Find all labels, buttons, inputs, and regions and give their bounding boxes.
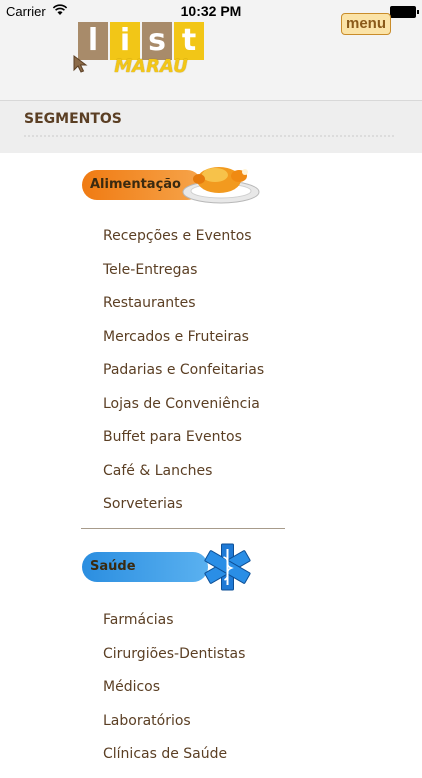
app-logo[interactable]: l i s t a MARAU xyxy=(68,10,218,90)
section-title: SEGMENTOS xyxy=(24,111,122,127)
logo-letter: s xyxy=(142,22,172,60)
list-item[interactable]: Sorveterias xyxy=(103,494,264,528)
list-item[interactable]: Mercados e Fruteiras xyxy=(103,327,264,361)
category-list-saude: Farmácias Cirurgiões-Dentistas Médicos L… xyxy=(103,610,245,778)
dotted-divider xyxy=(24,135,394,137)
list-item[interactable]: Médicos xyxy=(103,677,245,711)
battery-icon xyxy=(390,6,419,18)
list-item[interactable]: Clínicas de Saúde xyxy=(103,744,245,778)
star-of-life-icon xyxy=(204,543,251,591)
list-item[interactable]: Café & Lanches xyxy=(103,461,264,495)
list-item[interactable]: Padarias e Confeitarias xyxy=(103,360,264,394)
logo-letter: i xyxy=(110,22,140,60)
menu-button[interactable]: menu xyxy=(341,13,391,35)
list-item[interactable]: Lojas de Conveniência xyxy=(103,394,264,428)
category-header-saude[interactable]: Saúde xyxy=(82,552,208,582)
cursor-arrow-icon xyxy=(73,55,88,73)
logo-subtitle: MARAU xyxy=(114,56,188,77)
app-header: l i s t a MARAU menu xyxy=(0,13,422,100)
roast-chicken-icon xyxy=(182,167,260,204)
category-list-alimentacao: Recepções e Eventos Tele-Entregas Restau… xyxy=(103,226,264,528)
logo-letter: t xyxy=(174,22,204,60)
list-item[interactable]: Farmácias xyxy=(103,610,245,644)
section-header: SEGMENTOS xyxy=(0,100,422,153)
list-item[interactable]: Recepções e Eventos xyxy=(103,226,264,260)
list-item[interactable]: Restaurantes xyxy=(103,293,264,327)
list-item[interactable]: Buffet para Eventos xyxy=(103,427,264,461)
list-item[interactable]: Laboratórios xyxy=(103,711,245,745)
category-divider xyxy=(81,528,285,529)
list-item[interactable]: Tele-Entregas xyxy=(103,260,264,294)
list-item[interactable]: Cirurgiões-Dentistas xyxy=(103,644,245,678)
